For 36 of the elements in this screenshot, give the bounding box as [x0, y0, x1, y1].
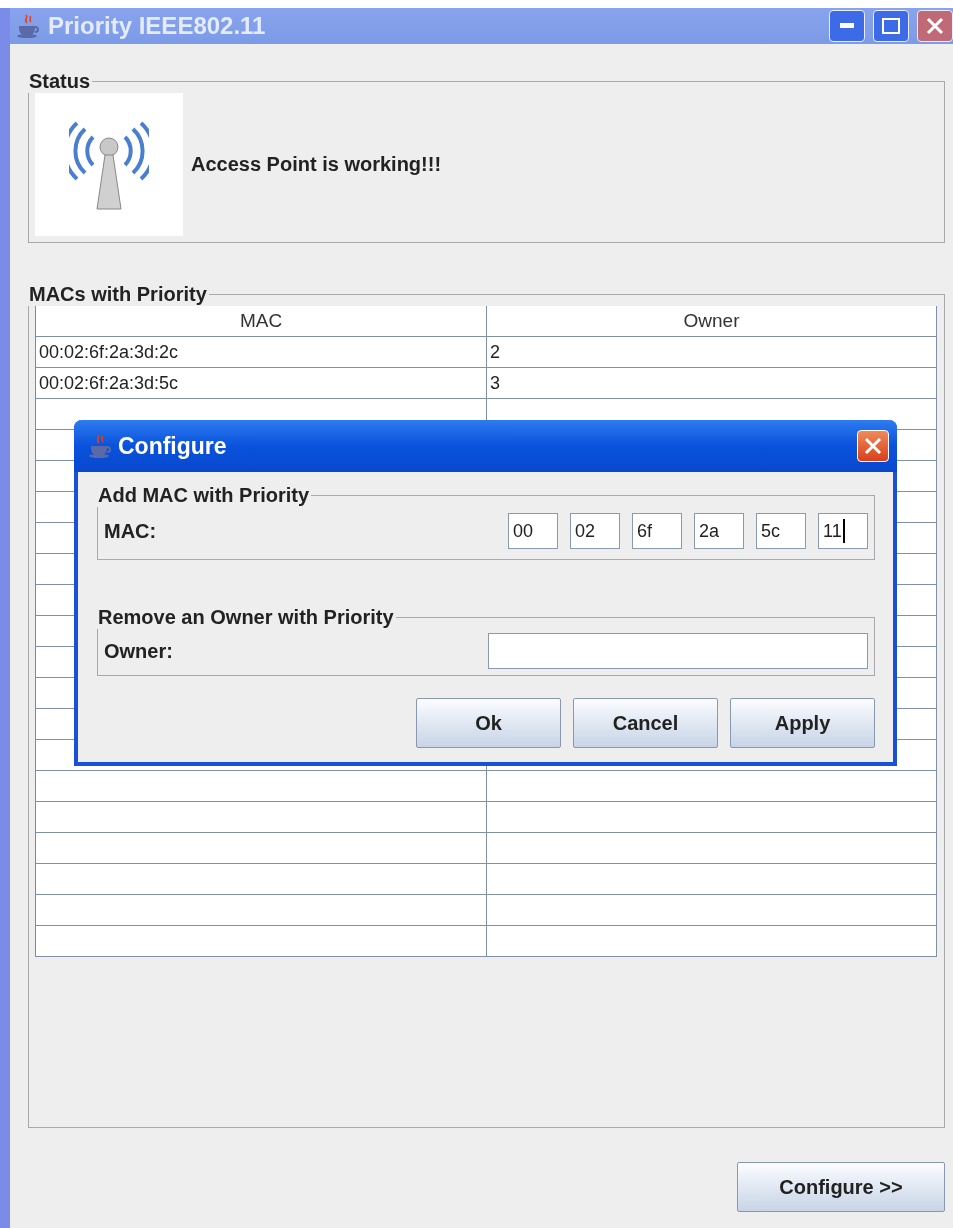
- table-cell: 00:02:6f:2a:3d:5c: [36, 368, 487, 399]
- minimize-icon: [840, 23, 854, 29]
- owner-field[interactable]: [488, 633, 868, 669]
- mac-octet-field[interactable]: 02: [570, 513, 620, 549]
- mac-octet-field[interactable]: 2a: [694, 513, 744, 549]
- mac-octet-field[interactable]: 5c: [756, 513, 806, 549]
- configure-button[interactable]: Configure >>: [737, 1162, 945, 1212]
- table-cell: 2: [487, 337, 937, 368]
- mac-octet-field[interactable]: 11: [818, 513, 868, 549]
- group-title: Add MAC with Priority: [97, 484, 311, 507]
- table-cell: 3: [487, 368, 937, 399]
- column-header[interactable]: Owner: [487, 306, 937, 337]
- text-cursor: [842, 519, 845, 543]
- dialog-button[interactable]: Cancel: [573, 698, 718, 748]
- group-title: MACs with Priority: [28, 283, 208, 306]
- window-title: Priority IEEE802.11: [48, 12, 267, 40]
- close-button[interactable]: [917, 10, 953, 42]
- close-icon: [926, 17, 944, 35]
- coffee-cup-icon: [88, 433, 112, 459]
- dialog-button[interactable]: Apply: [730, 698, 875, 748]
- close-icon: [864, 437, 882, 455]
- group-title: Status: [28, 70, 92, 93]
- maximize-icon: [882, 18, 900, 34]
- owner-label: Owner:: [104, 639, 173, 663]
- mac-octet-field[interactable]: 00: [508, 513, 558, 549]
- minimize-button[interactable]: [829, 10, 865, 42]
- dialog-title: Configure: [118, 432, 228, 460]
- maximize-button[interactable]: [873, 10, 909, 42]
- dialog-button[interactable]: Ok: [416, 698, 561, 748]
- status-message: Access Point is working!!!: [191, 153, 442, 176]
- mac-label: MAC:: [104, 519, 157, 543]
- coffee-cup-icon: [16, 13, 40, 39]
- table-cell: 00:02:6f:2a:3d:2c: [36, 337, 487, 368]
- group-title: Remove an Owner with Priority: [97, 606, 395, 629]
- column-header[interactable]: MAC: [36, 306, 487, 337]
- mac-octet-field[interactable]: 6f: [632, 513, 682, 549]
